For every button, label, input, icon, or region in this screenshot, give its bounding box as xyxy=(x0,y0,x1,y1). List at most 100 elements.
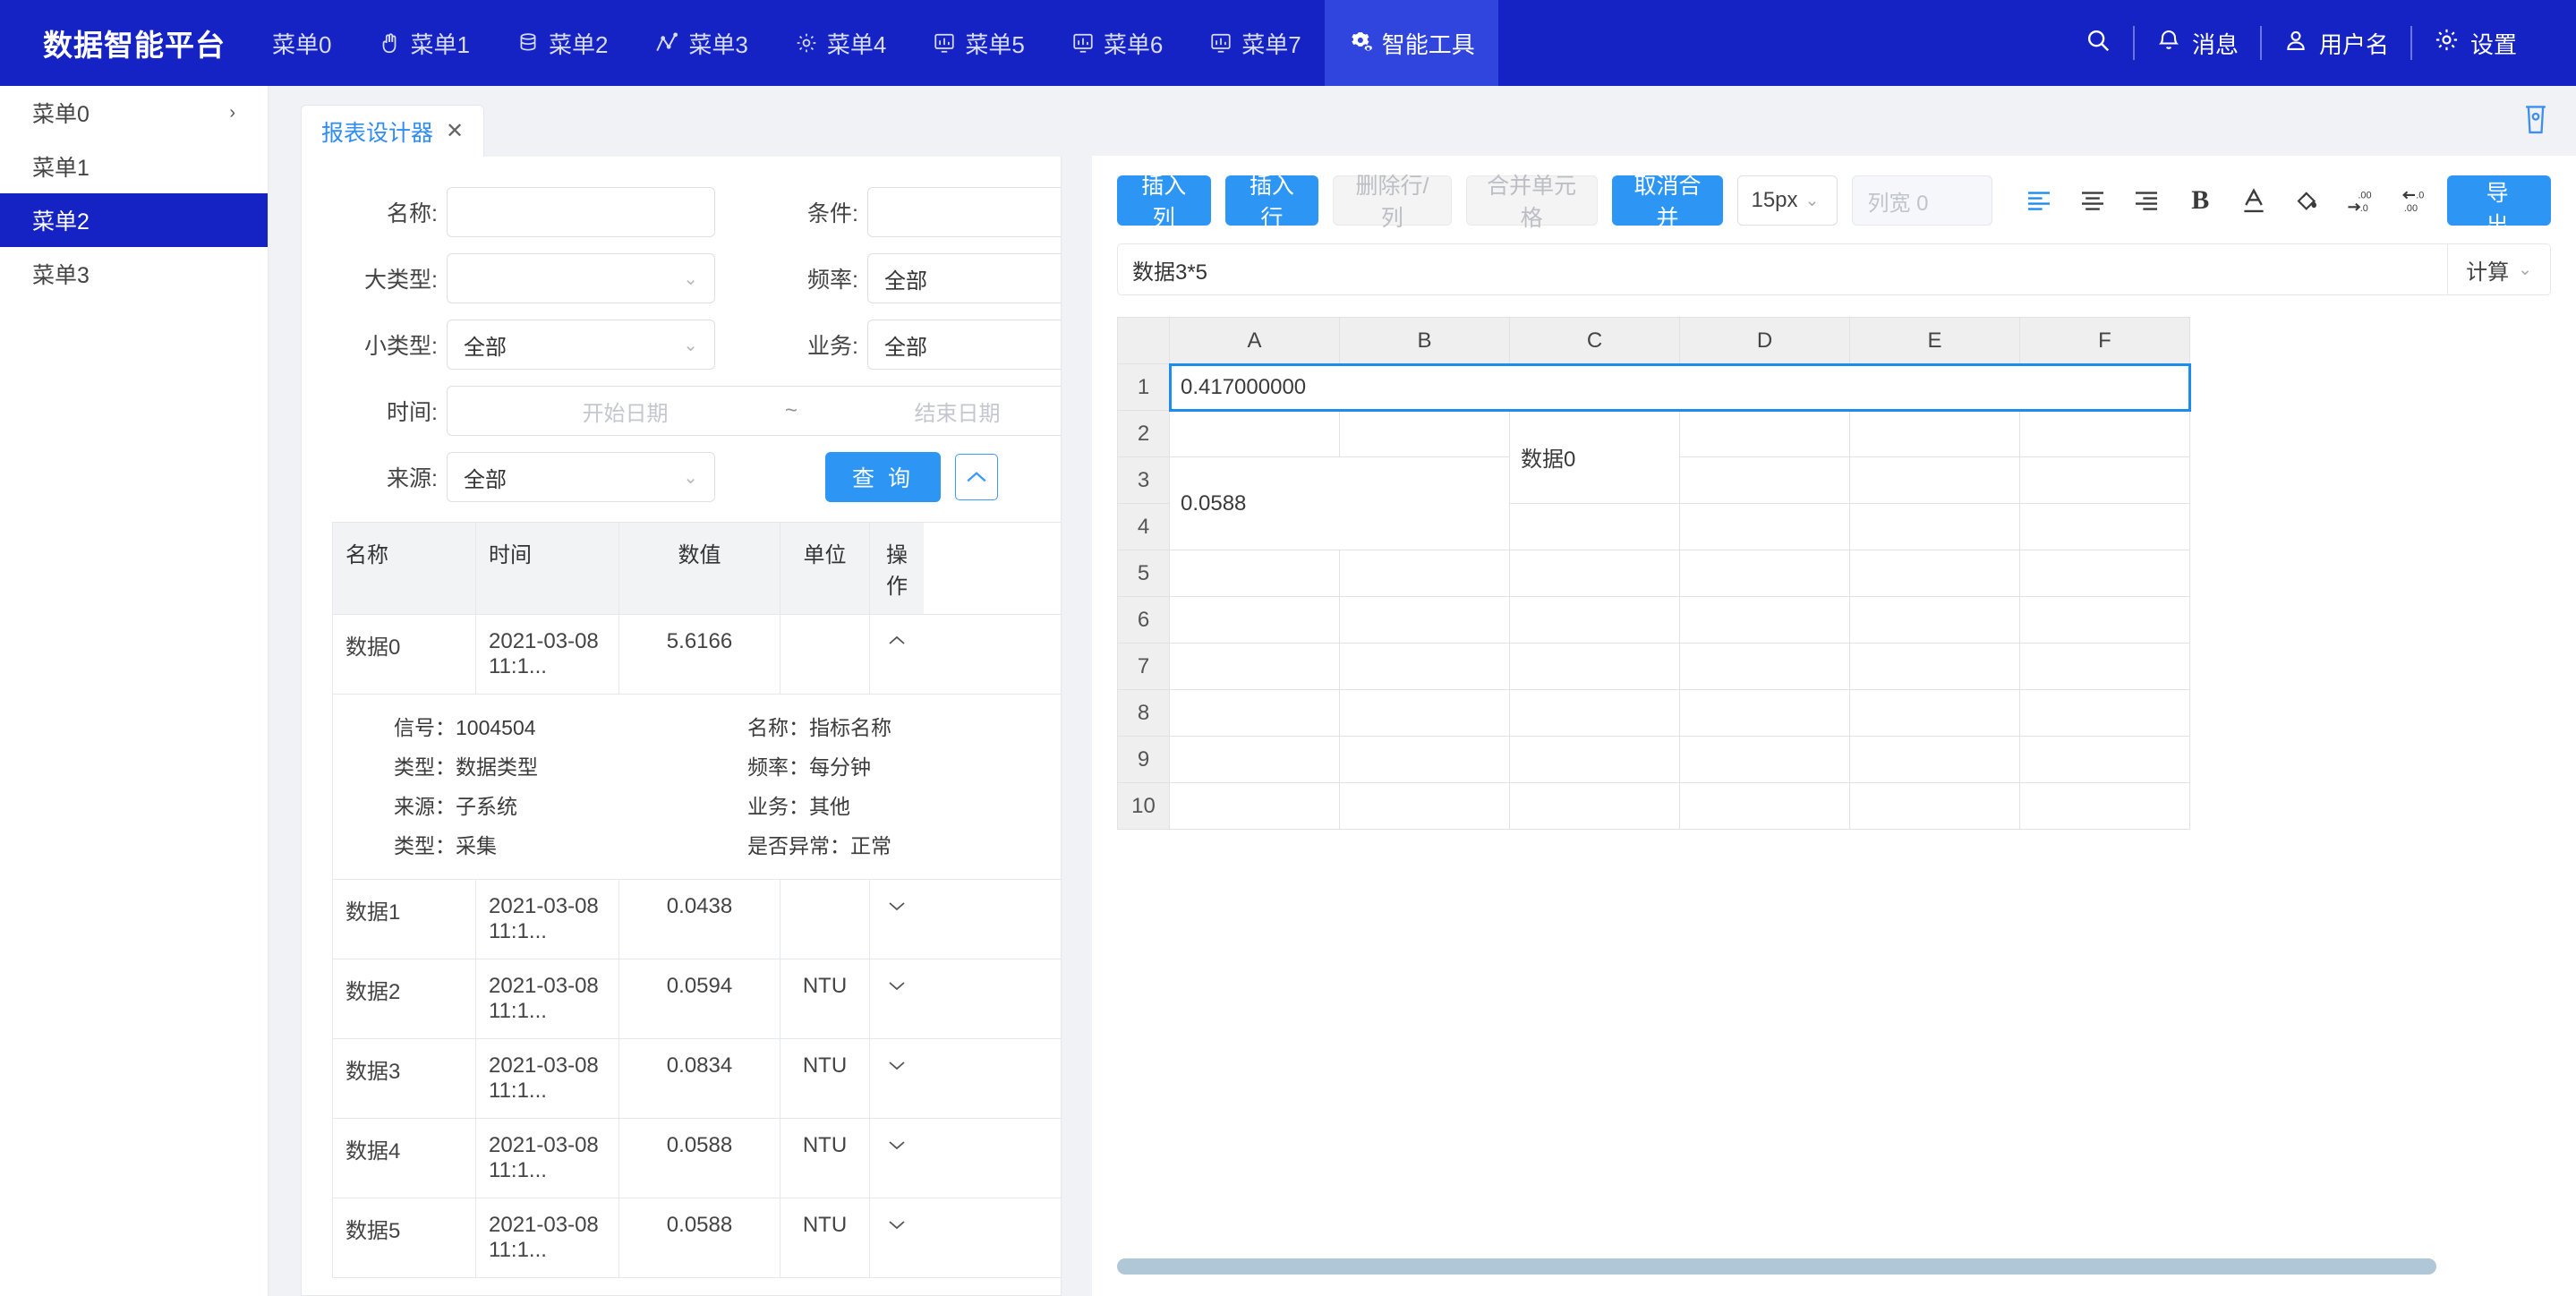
cell-B10[interactable] xyxy=(1339,782,1510,830)
formula-input[interactable]: 数据3*5 xyxy=(1118,244,2447,294)
cell-E6[interactable] xyxy=(1849,596,2020,644)
cell-F2[interactable] xyxy=(2019,410,2190,457)
table-row[interactable]: 数据2 2021-03-08 11:1... 0.0594 NTU xyxy=(333,959,1061,1040)
expand-row-button[interactable] xyxy=(870,1198,924,1277)
row-header-6[interactable]: 6 xyxy=(1117,596,1170,644)
column-header-d[interactable]: D xyxy=(1679,317,1850,364)
cell-E5[interactable] xyxy=(1849,550,2020,597)
row-header-4[interactable]: 4 xyxy=(1117,503,1170,550)
condition-input[interactable] xyxy=(867,187,1061,238)
decrease-decimal-icon[interactable]: .0 .00 xyxy=(2397,183,2433,218)
cell-A8[interactable] xyxy=(1169,689,1340,737)
horizontal-scrollbar-track[interactable] xyxy=(1117,1258,2551,1275)
cell-A9[interactable] xyxy=(1169,736,1340,783)
cell-E3[interactable] xyxy=(1849,456,2020,504)
nav-item-menu6[interactable]: 菜单6 xyxy=(1048,0,1186,86)
nav-item-menu2[interactable]: 菜单2 xyxy=(493,0,631,86)
cell-D3[interactable] xyxy=(1679,456,1850,504)
nav-item-menu7[interactable]: 菜单7 xyxy=(1186,0,1324,86)
expand-row-button[interactable] xyxy=(870,1119,924,1198)
cell-E10[interactable] xyxy=(1849,782,2020,830)
expand-row-button[interactable] xyxy=(870,880,924,959)
cell-D8[interactable] xyxy=(1679,689,1850,737)
grid-corner-cell[interactable] xyxy=(1117,317,1170,364)
cell-E4[interactable] xyxy=(1849,503,2020,550)
delete-row-column-button[interactable]: 删除行/列 xyxy=(1333,174,1452,231)
business-select[interactable]: 全部 ⌄ xyxy=(867,320,1061,371)
sidebar-item-menu3[interactable]: 菜单3 xyxy=(0,247,268,301)
align-left-icon[interactable] xyxy=(2021,183,2057,218)
table-row[interactable]: 数据5 2021-03-08 11:1... 0.0588 NTU xyxy=(333,1198,1061,1279)
cell-C5[interactable] xyxy=(1509,550,1680,597)
settings-button[interactable]: 设置 xyxy=(2412,27,2538,60)
expand-row-button[interactable] xyxy=(870,1039,924,1118)
cell-C2[interactable]: 数据0 xyxy=(1509,410,1680,504)
cell-E2[interactable] xyxy=(1849,410,2020,457)
column-header-a[interactable]: A xyxy=(1169,317,1340,364)
sidebar-item-menu1[interactable]: 菜单1 xyxy=(0,140,268,193)
cell-C4[interactable] xyxy=(1509,503,1680,550)
search-button[interactable]: 查 询 xyxy=(825,452,941,503)
cell-B8[interactable] xyxy=(1339,689,1510,737)
horizontal-scrollbar-thumb[interactable] xyxy=(1117,1258,2436,1275)
cell-A2[interactable] xyxy=(1169,410,1340,457)
bigtype-select[interactable]: ⌄ xyxy=(447,253,715,304)
source-select[interactable]: 全部 ⌄ xyxy=(447,452,715,503)
cell-A10[interactable] xyxy=(1169,782,1340,830)
cell-F9[interactable] xyxy=(2019,736,2190,783)
collapse-filters-button[interactable] xyxy=(955,454,998,501)
sidebar-item-menu0[interactable]: 菜单0 › xyxy=(0,86,268,140)
nav-item-smart-tools[interactable]: 智能工具 xyxy=(1324,0,1498,86)
calculate-dropdown[interactable]: 计算 ⌄ xyxy=(2447,244,2550,294)
cell-C10[interactable] xyxy=(1509,782,1680,830)
cell-C8[interactable] xyxy=(1509,689,1680,737)
column-width-input[interactable]: 列宽 0 xyxy=(1852,175,1993,226)
font-color-icon[interactable] xyxy=(2236,183,2272,218)
sidebar-item-menu2[interactable]: 菜单2 xyxy=(0,193,268,247)
trash-icon[interactable] xyxy=(2521,102,2551,141)
cell-F6[interactable] xyxy=(2019,596,2190,644)
cell-E9[interactable] xyxy=(1849,736,2020,783)
table-row[interactable]: 数据4 2021-03-08 11:1... 0.0588 NTU xyxy=(333,1119,1061,1199)
cell-E8[interactable] xyxy=(1849,689,2020,737)
row-header-8[interactable]: 8 xyxy=(1117,689,1170,737)
column-header-b[interactable]: B xyxy=(1339,317,1510,364)
cell-B7[interactable] xyxy=(1339,643,1510,690)
insert-column-button[interactable]: 插入列 xyxy=(1117,174,1211,231)
cell-F7[interactable] xyxy=(2019,643,2190,690)
name-input[interactable] xyxy=(447,187,715,238)
row-header-5[interactable]: 5 xyxy=(1117,550,1170,597)
row-header-9[interactable]: 9 xyxy=(1117,736,1170,783)
date-range-picker[interactable]: 开始日期 ~ 结束日期 xyxy=(447,386,1061,437)
font-size-select[interactable]: 15px ⌄ xyxy=(1737,175,1838,226)
smalltype-select[interactable]: 全部 ⌄ xyxy=(447,320,715,371)
cell-B9[interactable] xyxy=(1339,736,1510,783)
frequency-select[interactable]: 全部 ⌄ xyxy=(867,253,1061,304)
cell-D4[interactable] xyxy=(1679,503,1850,550)
cell-C7[interactable] xyxy=(1509,643,1680,690)
export-button[interactable]: 导 出 xyxy=(2447,175,2551,238)
table-row[interactable]: 数据1 2021-03-08 11:1... 0.0438 xyxy=(333,880,1061,960)
align-right-icon[interactable] xyxy=(2128,183,2164,218)
tab-report-designer[interactable]: 报表设计器 ✕ xyxy=(301,105,485,158)
merge-cells-button[interactable]: 合并单元格 xyxy=(1465,174,1598,231)
cell-D10[interactable] xyxy=(1679,782,1850,830)
cell-F3[interactable] xyxy=(2019,456,2190,504)
cell-B5[interactable] xyxy=(1339,550,1510,597)
cell-F4[interactable] xyxy=(2019,503,2190,550)
fill-color-icon[interactable] xyxy=(2290,183,2325,218)
cell-D7[interactable] xyxy=(1679,643,1850,690)
unmerge-cells-button[interactable]: 取消合并 xyxy=(1611,174,1724,231)
row-header-7[interactable]: 7 xyxy=(1117,643,1170,690)
cell-D9[interactable] xyxy=(1679,736,1850,783)
row-header-10[interactable]: 10 xyxy=(1117,782,1170,830)
user-button[interactable]: 用户名 xyxy=(2262,27,2410,60)
cell-C6[interactable] xyxy=(1509,596,1680,644)
column-header-f[interactable]: F xyxy=(2019,317,2190,364)
nav-item-menu0[interactable]: 菜单0 xyxy=(249,0,354,86)
cell-F5[interactable] xyxy=(2019,550,2190,597)
table-row[interactable]: 数据3 2021-03-08 11:1... 0.0834 NTU xyxy=(333,1039,1061,1120)
expand-row-button[interactable] xyxy=(870,959,924,1038)
cell-F10[interactable] xyxy=(2019,782,2190,830)
column-header-c[interactable]: C xyxy=(1509,317,1680,364)
